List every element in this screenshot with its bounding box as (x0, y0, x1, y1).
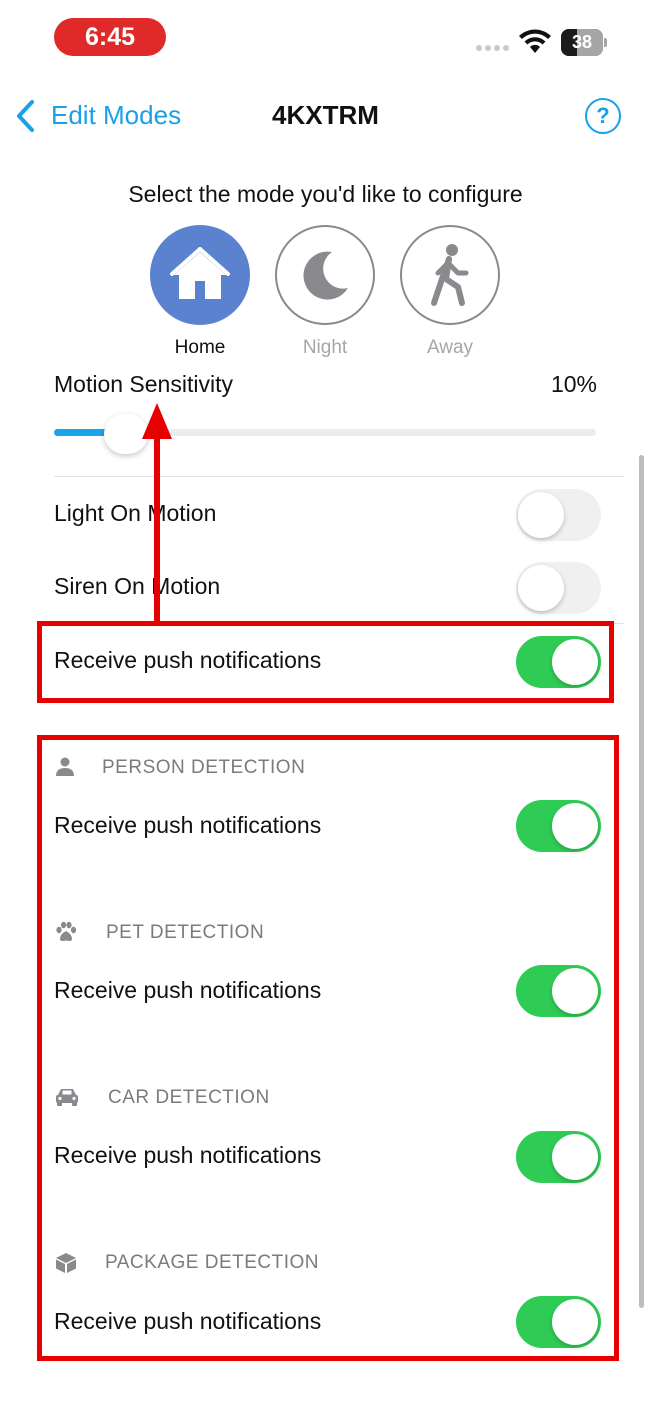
annotation-arrow (142, 403, 172, 625)
scrollbar[interactable] (639, 455, 644, 1308)
mode-prompt: Select the mode you'd like to configure (128, 181, 523, 207)
wifi-icon (519, 29, 551, 53)
house-icon (170, 247, 230, 299)
page-title: 4KXTRM (272, 100, 379, 130)
slider-fill (54, 429, 108, 436)
mode-night[interactable]: Night (275, 225, 375, 359)
mode-label-away: Away (426, 337, 474, 358)
battery-level: 38 (571, 32, 593, 52)
status-time: 6:45 (54, 18, 166, 56)
light-on-motion-toggle[interactable] (516, 489, 601, 541)
mode-home[interactable]: Home (150, 225, 250, 359)
mode-away[interactable]: Away (400, 225, 500, 359)
moon-icon (303, 251, 348, 300)
motion-sensitivity-label: Motion Sensitivity (54, 371, 233, 397)
battery-indicator: 38 (561, 29, 607, 56)
mode-label-night: Night (302, 337, 348, 358)
siren-on-motion-toggle[interactable] (516, 562, 601, 614)
highlight-box-detections (37, 735, 619, 1361)
highlight-box-push-notifications (37, 621, 614, 703)
help-button[interactable]: ? (585, 98, 621, 134)
cellular-signal-icon (476, 45, 509, 51)
light-on-motion-label: Light On Motion (54, 500, 217, 526)
mode-label-home: Home (174, 337, 226, 358)
motion-sensitivity-value: 10% (550, 371, 597, 397)
walking-person-icon (431, 244, 469, 306)
siren-on-motion-label: Siren On Motion (54, 573, 221, 599)
